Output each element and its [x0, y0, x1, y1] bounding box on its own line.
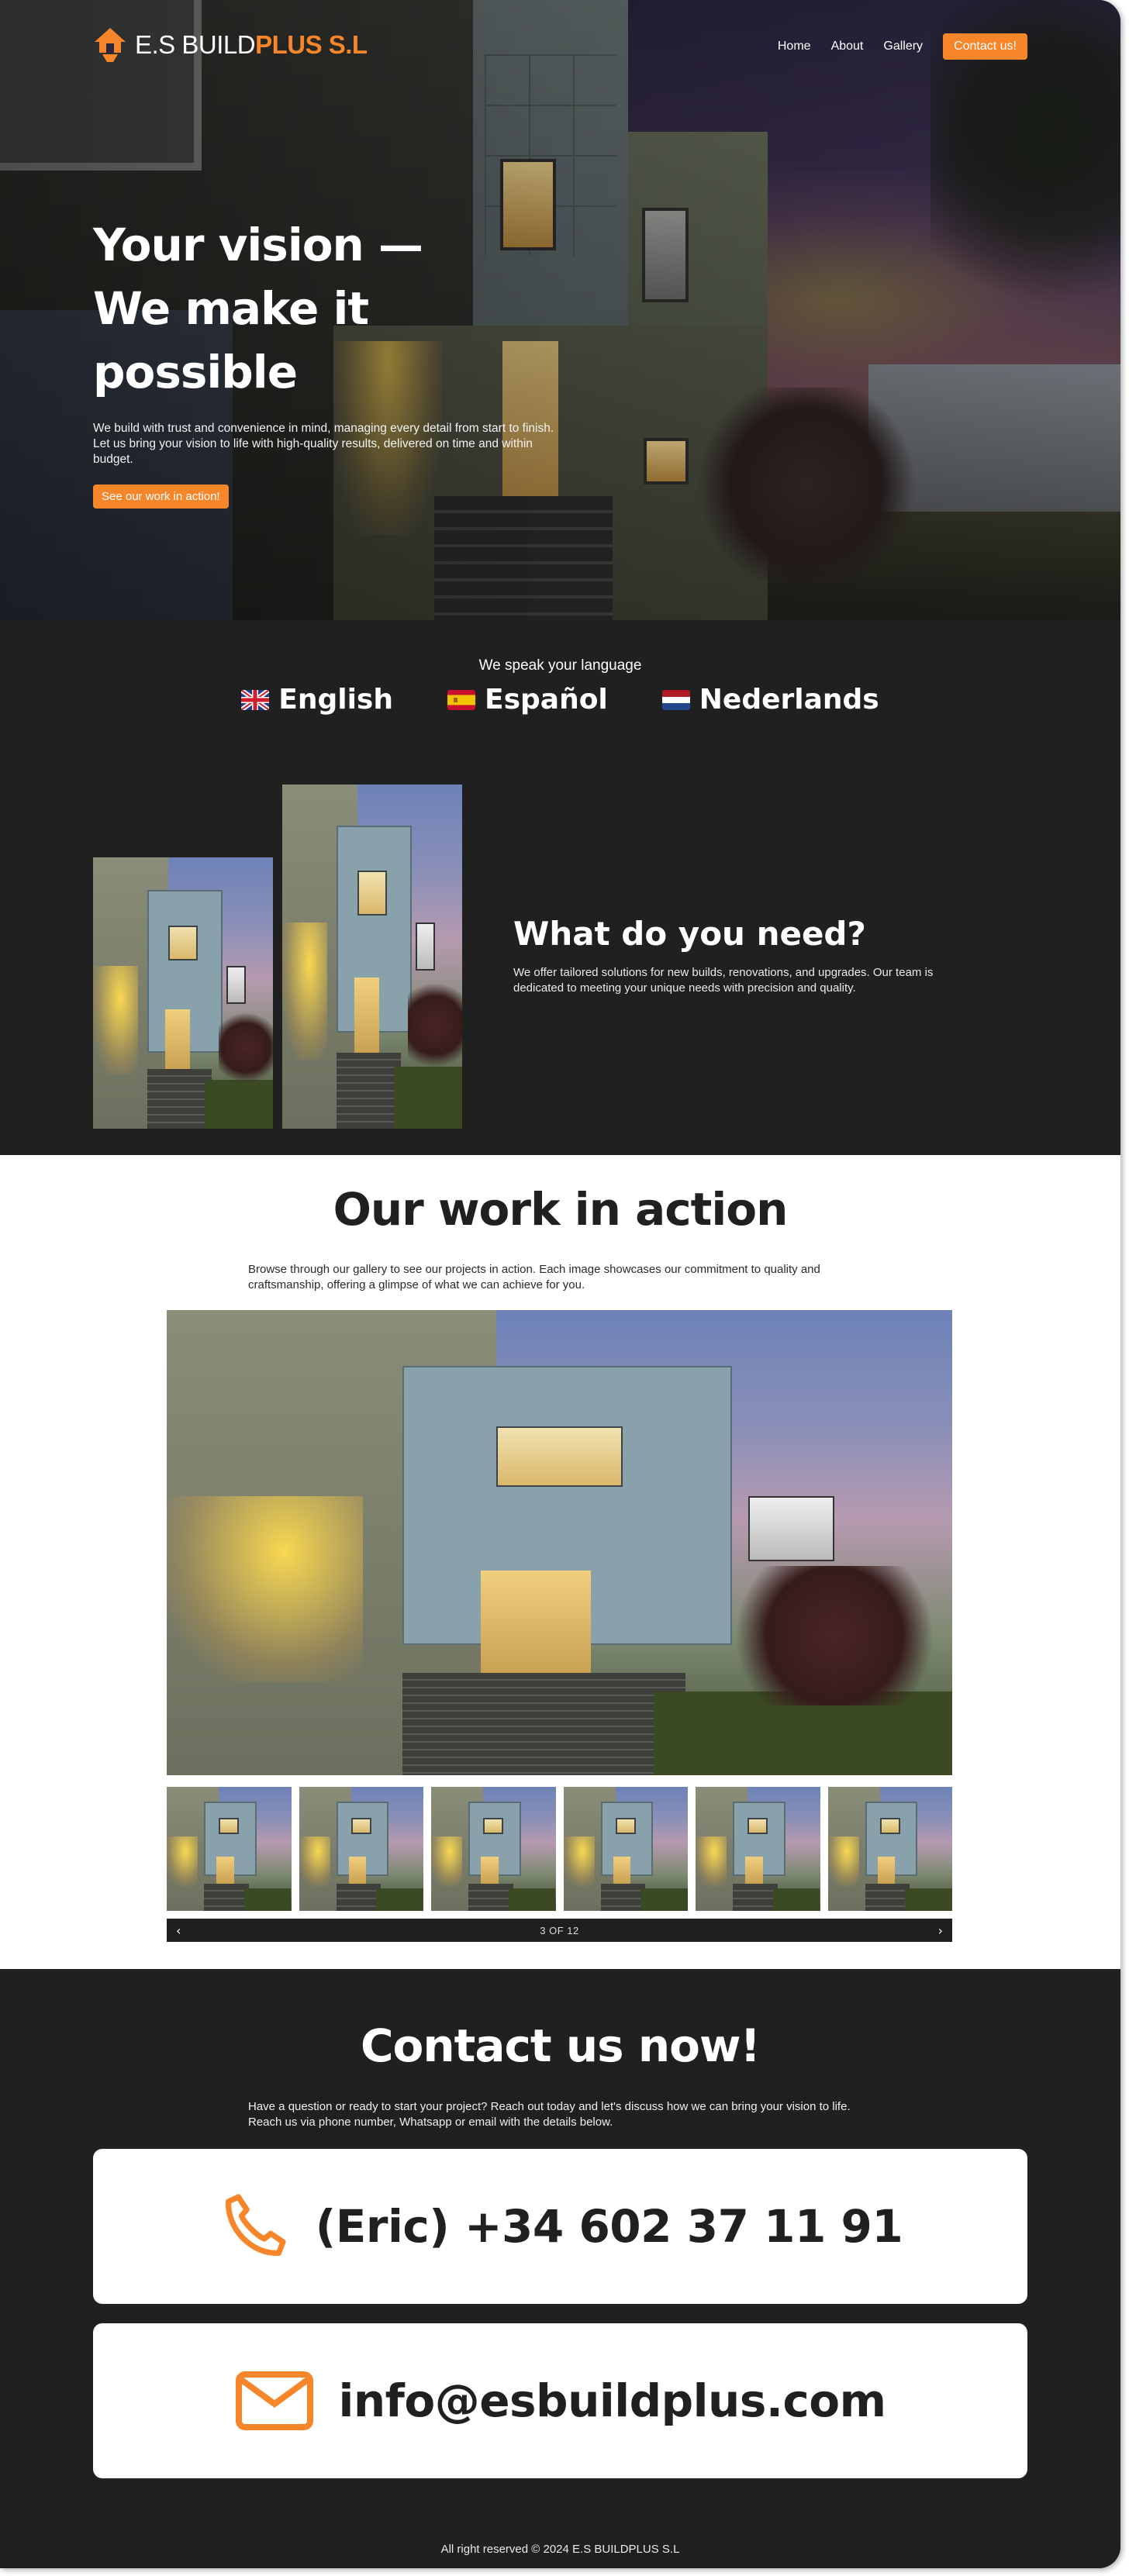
hero-section: E.S BUILDPLUS S.L Home About Gallery Con…	[0, 0, 1120, 620]
phone-card[interactable]: (Eric) +34 602 37 11 91	[93, 2149, 1027, 2304]
nav-links: Home About Gallery Contact us!	[778, 33, 1027, 60]
services-section: What do you need? We offer tailored solu…	[0, 767, 1120, 1155]
see-work-button[interactable]: See our work in action!	[93, 485, 229, 509]
languages-section: We speak your language English Español N…	[0, 620, 1120, 767]
gallery-pager: ‹ 3 OF 12 ›	[167, 1919, 952, 1942]
language-dutch: Nederlands	[661, 684, 879, 716]
nav-gallery[interactable]: Gallery	[883, 40, 923, 53]
services-text: What do you need? We offer tailored solu…	[513, 915, 971, 996]
hero-text: Your vision — We make it possible We bui…	[93, 213, 558, 509]
contact-section: Contact us now! Have a question or ready…	[0, 1969, 1120, 2568]
gallery-thumbnail[interactable]	[167, 1787, 292, 1911]
footer: All right reserved © 2024 E.S BUILDPLUS …	[440, 2543, 680, 2556]
house-photo	[282, 785, 462, 1129]
pager-label: 3 OF 12	[540, 1924, 579, 1936]
hero-title: Your vision — We make it possible	[93, 219, 423, 398]
phone-number: (Eric) +34 602 37 11 91	[315, 2200, 903, 2253]
email-card[interactable]: info@esbuildplus.com	[93, 2323, 1027, 2478]
language-spanish: Español	[447, 684, 608, 716]
gallery-thumbnail[interactable]	[827, 1787, 952, 1911]
mail-icon	[236, 2371, 314, 2430]
services-paragraph: We offer tailored solutions for new buil…	[513, 966, 934, 995]
services-title: What do you need?	[513, 915, 866, 953]
chevron-left-icon[interactable]: ‹	[176, 1923, 181, 1938]
gallery-paragraph: Browse through our gallery to see our pr…	[248, 1263, 820, 1291]
languages-title: We speak your language	[478, 657, 642, 674]
chevron-right-icon[interactable]: ›	[938, 1923, 943, 1938]
logo-text: E.S BUILDPLUS S.L	[135, 30, 368, 59]
page: E.S BUILDPLUS S.L Home About Gallery Con…	[0, 0, 1120, 2568]
nav-about[interactable]: About	[831, 40, 864, 53]
contact-us-button[interactable]: Contact us!	[943, 33, 1027, 60]
contact-paragraph: Have a question or ready to start your p…	[248, 2100, 851, 2129]
language-english: English	[241, 684, 393, 716]
language-list: English Español Nederlands	[0, 684, 1120, 716]
spain-flag-icon	[447, 689, 475, 710]
gallery-thumbnail[interactable]	[696, 1787, 820, 1911]
phone-icon	[225, 2194, 286, 2257]
gallery-title: Our work in action	[333, 1183, 789, 1236]
gallery-thumbnails	[167, 1787, 952, 1911]
house-photo	[93, 857, 273, 1129]
email-address: info@esbuildplus.com	[338, 2374, 886, 2427]
top-nav: E.S BUILDPLUS S.L Home About Gallery Con…	[93, 23, 1027, 68]
gallery-main-image[interactable]	[167, 1310, 952, 1775]
netherlands-flag-icon	[661, 689, 690, 710]
gallery-thumbnail[interactable]	[299, 1787, 423, 1911]
hero-paragraph: We build with trust and convenience in m…	[93, 422, 554, 466]
contact-title: Contact us now!	[360, 2019, 761, 2072]
nav-home[interactable]: Home	[778, 40, 811, 53]
uk-flag-icon	[241, 689, 270, 710]
logo[interactable]: E.S BUILDPLUS S.L	[93, 26, 368, 64]
house-logo-icon	[95, 28, 126, 62]
gallery-thumbnail[interactable]	[563, 1787, 688, 1911]
gallery-section: Our work in action Browse through our ga…	[0, 1155, 1120, 1969]
gallery-thumbnail[interactable]	[431, 1787, 556, 1911]
